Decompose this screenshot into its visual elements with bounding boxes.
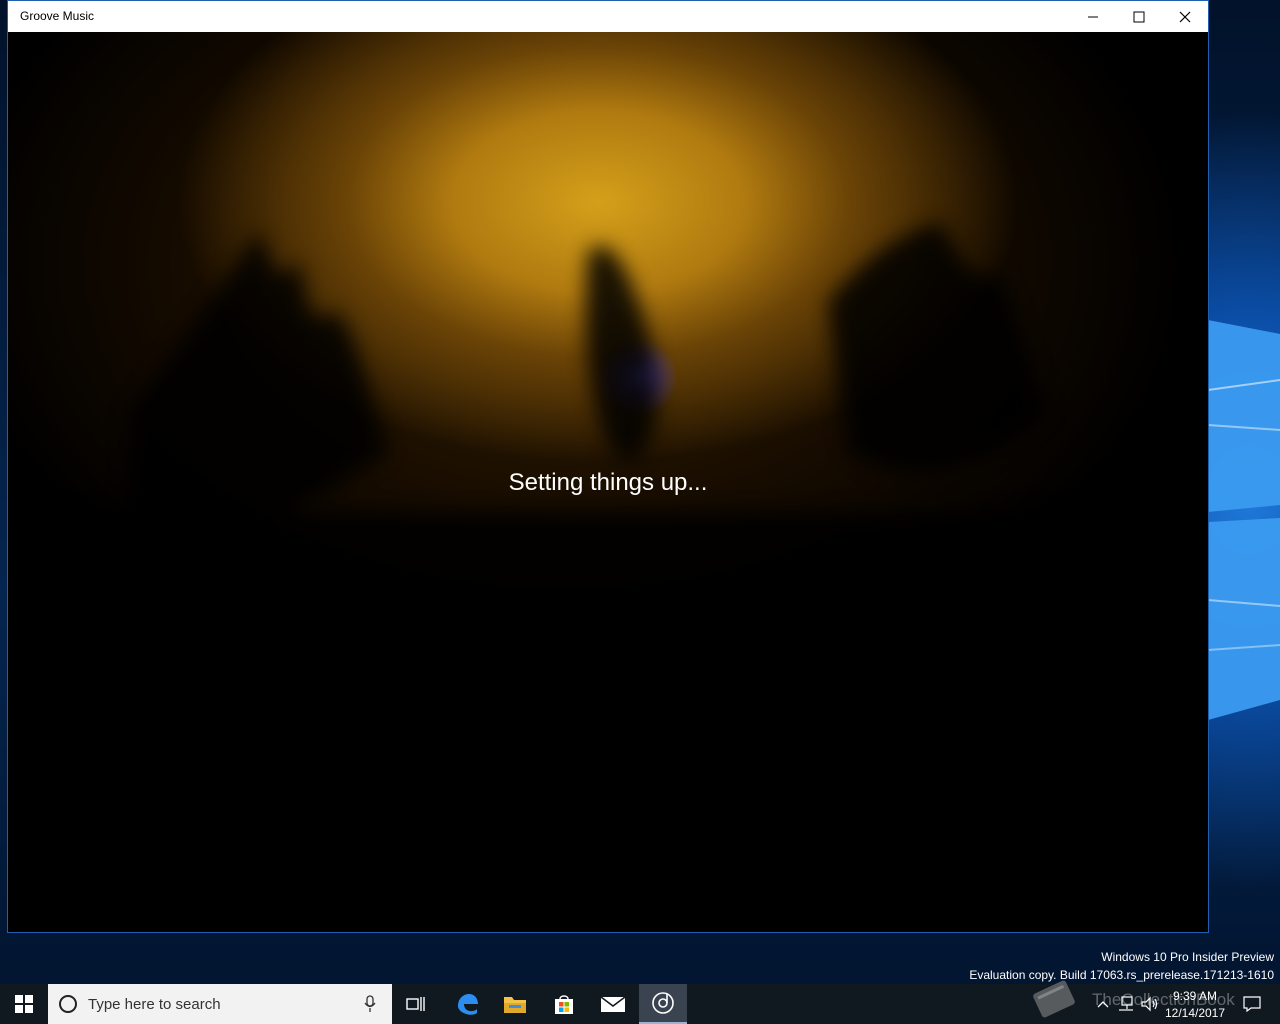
- watermark-edition: Windows 10 Pro Insider Preview: [1101, 950, 1274, 964]
- store-icon: [555, 995, 573, 1014]
- edge-button[interactable]: [443, 984, 491, 1024]
- build-watermark: Windows 10 Pro Insider Preview Evaluatio…: [969, 948, 1274, 984]
- windows-logo-wallpaper: [1208, 320, 1280, 720]
- minimize-button[interactable]: [1070, 1, 1116, 32]
- search-placeholder: Type here to search: [88, 996, 221, 1013]
- setup-status-text: Setting things up...: [508, 469, 708, 496]
- book-logo-icon: [1033, 980, 1075, 1018]
- file-explorer-button[interactable]: [491, 984, 539, 1024]
- search-box[interactable]: Type here to search: [48, 984, 392, 1024]
- task-view-icon: [406, 997, 425, 1011]
- file-explorer-icon: [504, 997, 526, 1013]
- groove-music-icon: [652, 992, 674, 1014]
- action-center-button[interactable]: [1232, 984, 1272, 1024]
- close-button[interactable]: [1162, 1, 1208, 32]
- start-button[interactable]: [0, 984, 48, 1024]
- title-bar[interactable]: Groove Music: [8, 1, 1208, 32]
- mail-button[interactable]: [589, 984, 637, 1024]
- taskbar: Type here to search TheCollectionBook 9:…: [0, 980, 1280, 1024]
- task-view-button[interactable]: [392, 984, 440, 1024]
- network-icon: [1119, 996, 1133, 1011]
- watermark-build: Evaluation copy. Build 17063.rs_prerelea…: [969, 968, 1274, 982]
- maximize-button[interactable]: [1116, 1, 1162, 32]
- edge-icon: [458, 994, 478, 1015]
- store-button[interactable]: [540, 984, 588, 1024]
- splash-content: Setting things up...: [8, 32, 1208, 932]
- clock-time: 9:39 AM: [1172, 989, 1218, 1003]
- groove-music-taskbar-button[interactable]: [639, 984, 687, 1024]
- clock-date: 12/14/2017: [1164, 1006, 1226, 1020]
- network-button[interactable]: [1114, 984, 1138, 1024]
- volume-button[interactable]: [1138, 984, 1162, 1024]
- close-icon: [1179, 11, 1191, 22]
- overflow-chevron-icon: [1097, 1001, 1109, 1008]
- cortana-icon: [59, 995, 77, 1013]
- volume-icon: [1141, 996, 1158, 1012]
- show-hidden-icons-button[interactable]: [1092, 984, 1114, 1024]
- window-title: Groove Music: [20, 9, 95, 23]
- minimize-icon: [1088, 16, 1098, 17]
- mail-icon: [600, 996, 626, 1012]
- start-icon: [15, 995, 33, 1013]
- maximize-icon: [1133, 11, 1145, 22]
- clock[interactable]: 9:39 AM 12/14/2017: [1162, 987, 1228, 1023]
- groove-music-window: Groove Music Setting things up...: [7, 0, 1209, 933]
- action-center-icon: [1243, 996, 1261, 1012]
- microphone-icon[interactable]: [364, 995, 376, 1013]
